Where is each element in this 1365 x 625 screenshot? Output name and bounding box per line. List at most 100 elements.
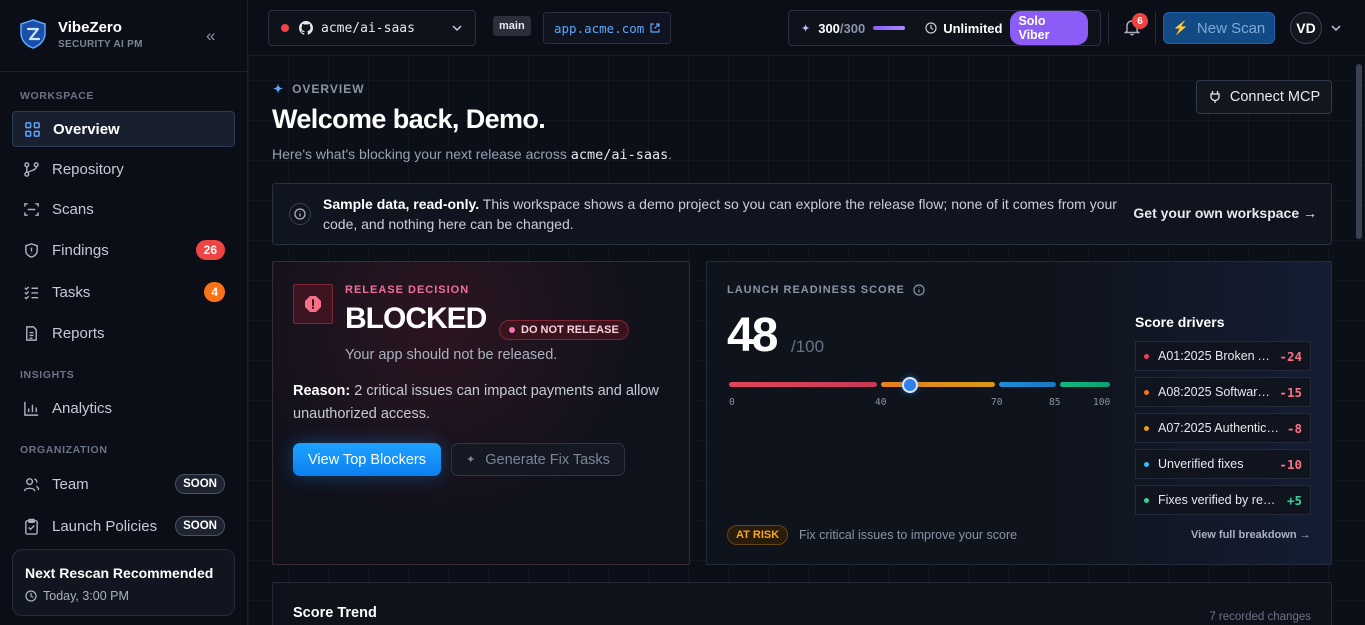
branch-badge: main: [493, 16, 531, 36]
sidebar-item-findings[interactable]: Findings 26: [12, 232, 235, 268]
driver-value: -15: [1279, 384, 1302, 400]
score-label: LAUNCH READINESS SCORE: [727, 284, 905, 296]
sidebar-item-reports[interactable]: Reports: [12, 315, 235, 351]
score-gauge: 0 40 70 85 100: [729, 375, 1113, 408]
info-icon: [289, 203, 311, 225]
plug-icon: [1210, 91, 1220, 103]
scrollbar[interactable]: [1356, 64, 1362, 239]
rescan-card[interactable]: Next Rescan Recommended Today, 3:00 PM: [12, 549, 235, 616]
sidebar: VibeZero SECURITY AI PM « WORKSPACE Over…: [0, 0, 248, 625]
score-trend-card: Score Trend 7 recorded changes: [272, 582, 1332, 625]
divider: [0, 71, 247, 72]
clock-icon: [925, 22, 937, 34]
info-icon[interactable]: [913, 284, 925, 296]
readiness-score-card: LAUNCH READINESS SCORE 48 /100 0 40 70 8…: [706, 261, 1332, 565]
gauge-segment-good: [999, 382, 1056, 387]
plan-badge: Solo Viber: [1010, 11, 1089, 45]
driver-name: A07:2025 Authentication Failures: [1158, 421, 1279, 435]
section-workspace: WORKSPACE: [20, 90, 95, 102]
sidebar-item-overview[interactable]: Overview: [12, 111, 235, 147]
grid-icon: [23, 120, 41, 138]
driver-value: -10: [1279, 456, 1302, 472]
release-status: BLOCKED: [345, 302, 487, 335]
get-workspace-link[interactable]: Get your own workspace →: [1133, 205, 1317, 221]
connect-mcp-button[interactable]: Connect MCP: [1196, 80, 1332, 114]
sparkle-icon: ✦: [273, 82, 285, 96]
sidebar-item-repository[interactable]: Repository: [12, 151, 235, 187]
unlimited-label: Unlimited: [943, 20, 1003, 36]
credits-panel[interactable]: ✦ 300 /300 Unlimited Solo Viber: [788, 10, 1101, 46]
soon-badge: SOON: [175, 474, 225, 494]
sidebar-item-tasks[interactable]: Tasks 4: [12, 274, 235, 310]
view-top-blockers-button[interactable]: View Top Blockers: [293, 443, 441, 476]
github-icon: [299, 21, 313, 35]
section-insights: INSIGHTS: [20, 369, 75, 381]
score-driver-row[interactable]: A08:2025 Software and Data Integrity Fai…: [1135, 377, 1311, 407]
topbar: acme/ai-saas main app.acme.com ✦ 300 /30…: [248, 0, 1365, 56]
sidebar-item-label: Team: [52, 475, 89, 493]
chevron-down-icon: [452, 25, 462, 32]
sidebar-item-label: Tasks: [52, 283, 91, 301]
credits-used: 300: [818, 20, 840, 36]
gauge-segment-warning: [881, 382, 995, 387]
new-scan-button[interactable]: ⚡ New Scan: [1163, 12, 1275, 44]
connect-mcp-label: Connect MCP: [1229, 89, 1321, 105]
sidebar-item-launch-policies[interactable]: Launch Policies SOON: [12, 508, 235, 544]
sidebar-item-label: Analytics: [52, 399, 113, 417]
clipboard-icon: [22, 517, 40, 535]
new-scan-label: New Scan: [1196, 19, 1266, 37]
sidebar-item-label: Reports: [52, 324, 105, 342]
sidebar-item-label: Overview: [53, 120, 120, 138]
shield-icon: [22, 241, 40, 259]
score-driver-row[interactable]: A07:2025 Authentication Failures -8: [1135, 413, 1311, 443]
page-subtitle: Here's what's blocking your next release…: [272, 146, 672, 163]
section-organization: ORGANIZATION: [20, 444, 108, 456]
score-driver-row[interactable]: Fixes verified by rescan +5: [1135, 485, 1311, 515]
tasks-count-badge: 4: [204, 282, 225, 302]
score-trend-title: Score Trend: [293, 605, 377, 621]
release-decision-label: RELEASE DECISION: [345, 284, 470, 296]
release-reason: Reason: 2 critical issues can impact pay…: [293, 380, 683, 426]
view-full-breakdown-link[interactable]: View full breakdown →: [1191, 529, 1311, 541]
generate-fix-tasks-label: Generate Fix Tasks: [485, 451, 610, 468]
driver-dot: [1144, 461, 1149, 467]
findings-count-badge: 26: [195, 240, 225, 260]
soon-badge: SOON: [175, 516, 225, 536]
score-driver-row[interactable]: A01:2025 Broken Access Control -24: [1135, 341, 1311, 371]
driver-dot: [1144, 497, 1149, 503]
avatar[interactable]: VD: [1290, 12, 1322, 44]
repo-status-dot: [281, 24, 289, 32]
page-title: Welcome back, Demo.: [272, 104, 546, 134]
divider: [1108, 12, 1109, 44]
subtitle-text: Here's what's blocking your next release…: [272, 146, 571, 162]
status-dot: [509, 327, 515, 333]
chevron-down-icon[interactable]: [1330, 22, 1342, 34]
driver-dot: [1144, 389, 1149, 395]
app-url-link[interactable]: app.acme.com: [543, 12, 672, 44]
stop-icon: [293, 284, 333, 324]
sidebar-item-team[interactable]: Team SOON: [12, 466, 235, 502]
score-driver-row[interactable]: Unverified fixes -10: [1135, 449, 1311, 479]
driver-value: -8: [1286, 420, 1302, 436]
score-value: 48: [727, 309, 778, 362]
generate-fix-tasks-button[interactable]: ✦ Generate Fix Tasks: [451, 443, 625, 476]
recorded-changes-count: 7 recorded changes: [1209, 611, 1311, 623]
brand-subtitle: SECURITY AI PM: [58, 38, 143, 50]
sidebar-item-scans[interactable]: Scans: [12, 191, 235, 227]
driver-dot: [1144, 353, 1149, 359]
gauge-thumb: [902, 377, 919, 393]
rescan-time: Today, 3:00 PM: [43, 589, 129, 603]
release-subtitle: Your app should not be released.: [345, 347, 558, 363]
sidebar-item-analytics[interactable]: Analytics: [12, 390, 235, 426]
repo-selector[interactable]: acme/ai-saas: [268, 10, 476, 46]
eyebrow-row: ✦ OVERVIEW: [273, 82, 365, 96]
main-content: acme/ai-saas main app.acme.com ✦ 300 /30…: [248, 0, 1365, 625]
at-risk-message: Fix critical issues to improve your scor…: [799, 528, 1018, 542]
do-not-release-badge: DO NOT RELEASE: [499, 320, 629, 340]
external-link-icon: [650, 23, 660, 33]
sidebar-item-label: Repository: [52, 160, 124, 178]
rescan-title: Next Rescan Recommended: [25, 565, 214, 581]
brand[interactable]: VibeZero SECURITY AI PM: [18, 18, 143, 50]
score-label-row: LAUNCH READINESS SCORE: [727, 284, 925, 296]
collapse-sidebar-icon[interactable]: «: [206, 26, 215, 46]
